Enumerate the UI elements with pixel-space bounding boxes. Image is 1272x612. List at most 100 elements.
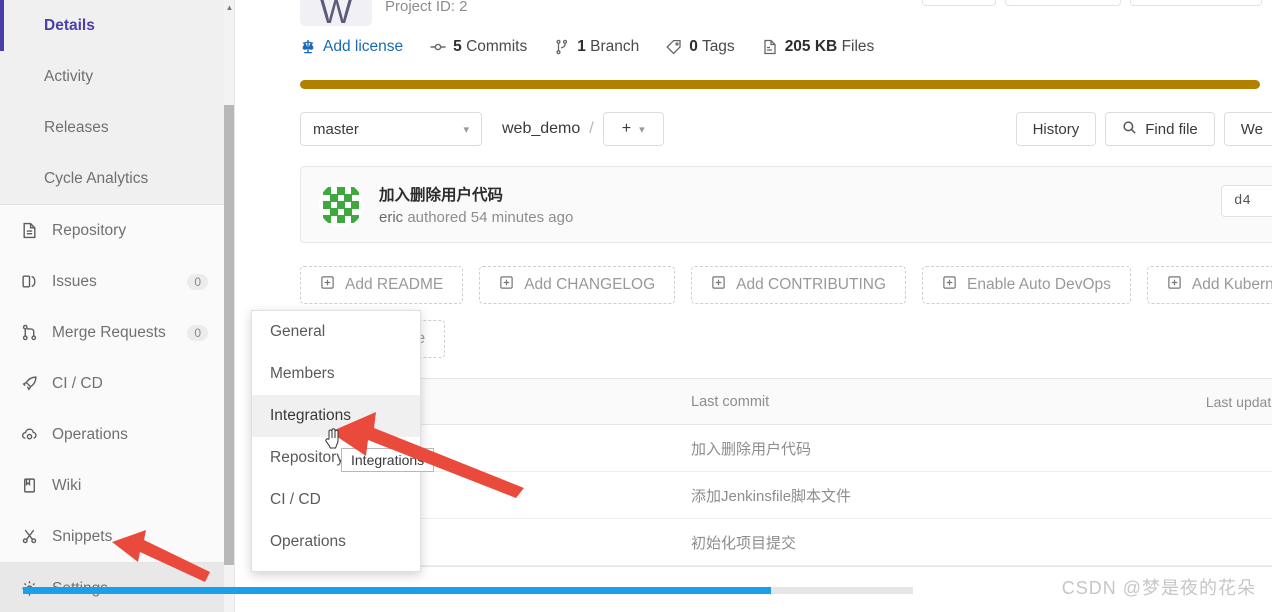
- breadcrumb-root[interactable]: web_demo: [502, 120, 580, 138]
- mouse-cursor-icon: [322, 427, 344, 453]
- project-id-label: Project ID: 2: [385, 0, 468, 15]
- sidebar-item-cycle-analytics[interactable]: Cycle Analytics: [0, 153, 234, 204]
- add-license-link[interactable]: Add license: [300, 38, 403, 56]
- breadcrumb-separator: /: [589, 120, 594, 137]
- add-contributing-button[interactable]: Add CONTRIBUTING: [691, 266, 906, 304]
- sidebar-item-activity[interactable]: Activity: [0, 51, 234, 102]
- find-file-button[interactable]: Find file: [1105, 112, 1215, 146]
- project-stats-row: Add license 5 Commits 1 Branch 0 Tags 20…: [247, 26, 1272, 68]
- tags-stat[interactable]: 0 Tags: [666, 38, 735, 56]
- sidebar-item-label: Activity: [44, 67, 94, 85]
- branch-name: master: [313, 120, 359, 138]
- project-header: W Project ID: 2: [247, 0, 1272, 26]
- add-kubernetes-cluster-button[interactable]: Add Kubernetes cluster: [1146, 266, 1272, 304]
- menu-item-members[interactable]: Members: [252, 353, 420, 395]
- plus-box-icon: [320, 275, 335, 295]
- tag-icon: [666, 39, 682, 55]
- add-contributing-label: Add CONTRIBUTING: [736, 276, 886, 293]
- rocket-icon: [18, 373, 40, 395]
- commits-stat[interactable]: 5 Commits: [430, 38, 527, 56]
- web-ide-label: We: [1240, 120, 1263, 138]
- add-kubernetes-cluster-label: Add Kubernetes cluster: [1191, 276, 1272, 293]
- web-ide-button[interactable]: We: [1223, 112, 1272, 146]
- commit-title[interactable]: 加入删除用户代码: [379, 183, 573, 205]
- tags-label: Tags: [701, 38, 735, 55]
- table-header-row: Name Last commit Last update: [301, 379, 1272, 425]
- sidebar-badge-merge-requests: 0: [187, 324, 208, 341]
- sidebar-item-merge-requests[interactable]: Merge Requests 0: [0, 307, 234, 358]
- menu-item-general[interactable]: General: [252, 311, 420, 353]
- add-readme-button[interactable]: Add README: [300, 266, 464, 304]
- repository-file-table: Name Last commit Last update webapp 加入删除…: [300, 378, 1272, 567]
- plus-box-icon: [711, 275, 726, 295]
- sidebar-item-issues[interactable]: Issues 0: [0, 256, 234, 307]
- sidebar-item-label: CI / CD: [52, 374, 103, 392]
- menu-item-ci-cd[interactable]: CI / CD: [252, 479, 420, 521]
- commits-count: 5: [453, 38, 462, 55]
- plus-icon: +: [621, 120, 632, 137]
- file-last-update: 5: [1189, 440, 1272, 456]
- file-last-commit[interactable]: 初始化项目提交: [691, 532, 1189, 553]
- scroll-up-arrow-icon[interactable]: ▲: [224, 0, 234, 14]
- commit-sha-badge[interactable]: d4: [1221, 185, 1272, 217]
- menu-item-operations[interactable]: Operations: [252, 521, 420, 563]
- language-bar[interactable]: [300, 80, 1260, 89]
- header-action-button-3[interactable]: [1130, 0, 1262, 6]
- column-header-last-update: Last update: [1205, 393, 1272, 410]
- issues-icon: [18, 271, 40, 293]
- add-to-repo-button[interactable]: + ▾: [602, 112, 664, 146]
- sidebar-item-label: Snippets: [52, 527, 113, 545]
- table-row[interactable]: pom.xml 初始化项目提交: [301, 519, 1272, 566]
- commit-author[interactable]: eric: [379, 209, 403, 226]
- sidebar-item-operations[interactable]: Operations: [0, 409, 234, 460]
- add-readme-label: Add README: [345, 276, 444, 293]
- plus-box-icon: [1167, 275, 1182, 295]
- page-loading-bar: [23, 587, 913, 594]
- branches-label: Branch: [590, 38, 640, 55]
- sidebar-badge-issues: 0: [187, 273, 208, 290]
- repo-toolbar-actions: History Find file We: [1015, 112, 1272, 146]
- branch-selector[interactable]: master ▾: [300, 112, 482, 146]
- sidebar-item-label: Wiki: [52, 476, 82, 494]
- menu-item-label: Integrations: [270, 407, 351, 424]
- menu-item-label: Members: [270, 365, 335, 382]
- files-size-stat[interactable]: 205 KB Files: [762, 38, 875, 56]
- page-loading-bar-fill: [23, 587, 771, 594]
- file-last-commit[interactable]: 加入删除用户代码: [691, 438, 1189, 459]
- branches-stat[interactable]: 1 Branch: [554, 38, 639, 56]
- sidebar-scrollbar-thumb[interactable]: [224, 105, 234, 565]
- files-label: Files: [841, 38, 875, 55]
- tags-count: 0: [689, 38, 698, 55]
- branches-count: 1: [577, 38, 586, 55]
- header-action-button-1[interactable]: [922, 0, 996, 6]
- sidebar-item-repository[interactable]: Repository: [0, 205, 234, 256]
- sidebar-item-ci-cd[interactable]: CI / CD: [0, 358, 234, 409]
- sidebar-item-details[interactable]: Details: [0, 0, 234, 51]
- sidebar-scrollbar[interactable]: ▲: [224, 0, 234, 612]
- sidebar-item-wiki[interactable]: Wiki: [0, 460, 234, 511]
- add-changelog-button[interactable]: Add CHANGELOG: [479, 266, 676, 304]
- menu-item-label: Operations: [270, 533, 346, 550]
- sidebar-item-label: Operations: [52, 425, 128, 443]
- book-icon: [18, 475, 40, 497]
- history-button[interactable]: History: [1015, 112, 1097, 146]
- table-row[interactable]: src 添加Jenkinsfile脚本文件: [301, 472, 1272, 519]
- sidebar-item-label: Details: [44, 16, 95, 34]
- language-segment-java[interactable]: [300, 80, 1260, 89]
- file-last-commit[interactable]: 添加Jenkinsfile脚本文件: [691, 485, 1189, 506]
- commit-icon: [430, 39, 446, 55]
- plus-box-icon: [499, 275, 514, 295]
- table-row[interactable]: webapp 加入删除用户代码 5: [301, 425, 1272, 472]
- files-size: 205 KB: [784, 38, 838, 55]
- project-header-actions: [922, 0, 1262, 6]
- chevron-down-icon: ▾: [463, 123, 469, 136]
- gitlab-project-page: Details Activity Releases Cycle Analytic…: [0, 0, 1272, 612]
- enable-auto-devops-button[interactable]: Enable Auto DevOps: [922, 266, 1131, 304]
- sidebar-item-snippets[interactable]: Snippets: [0, 511, 234, 562]
- menu-item-label: General: [270, 323, 326, 340]
- sidebar-item-label: Cycle Analytics: [44, 169, 149, 187]
- repo-setup-buttons-row-1: Add README Add CHANGELOG Add CONTRIBUTIN…: [300, 266, 1272, 304]
- branch-icon: [554, 39, 570, 55]
- sidebar-item-releases[interactable]: Releases: [0, 102, 234, 153]
- header-action-button-2[interactable]: [1005, 0, 1121, 6]
